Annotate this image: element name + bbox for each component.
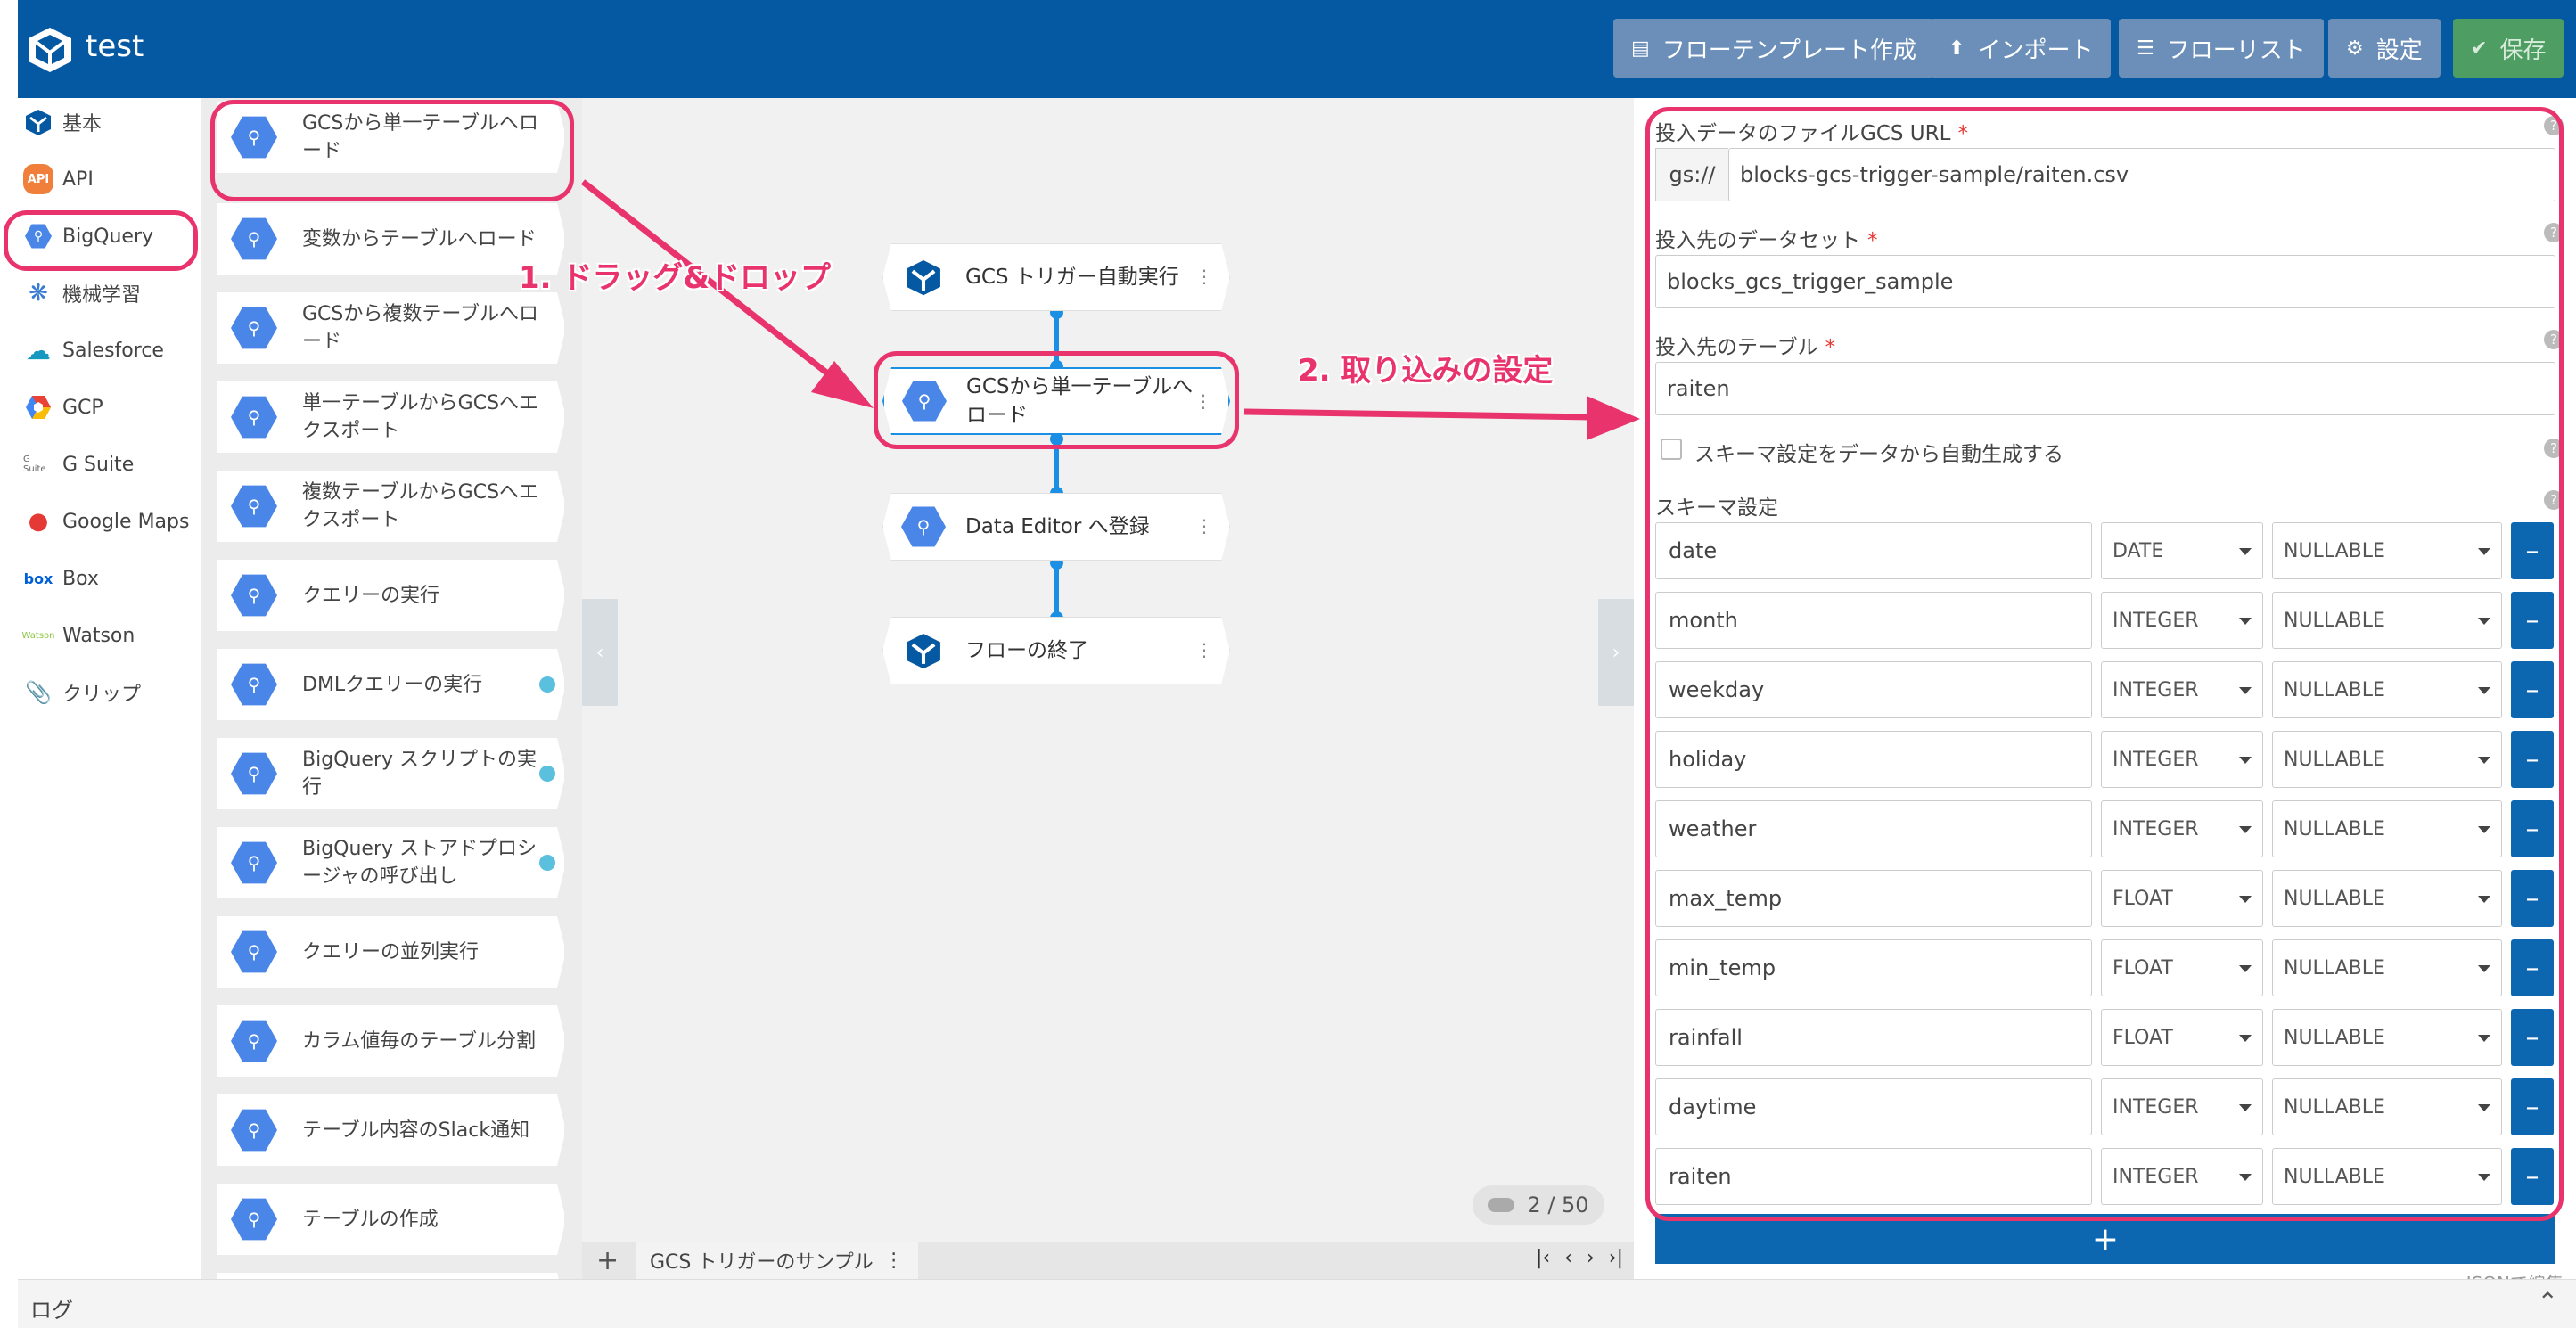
annotation-step1: 1. ドラッグ&ドロップ (519, 260, 832, 296)
annotation-arrowhead (1587, 396, 1640, 440)
annotation-arrows (580, 179, 1640, 440)
annotation-arrow-line (1243, 408, 1596, 421)
annotation-step2: 2. 取り込みの設定 (1298, 353, 1554, 389)
